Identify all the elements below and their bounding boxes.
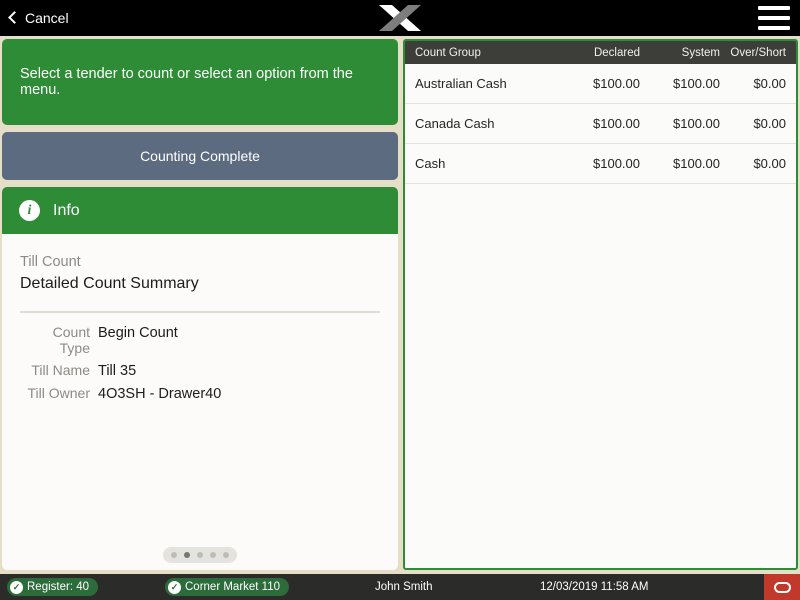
status-badge-register-label: Register: 40 (27, 581, 90, 593)
detail-label: Till Name (31, 362, 90, 378)
divider (20, 311, 380, 313)
detail-label: Till Owner (27, 385, 91, 401)
info-card-title: Info (53, 201, 80, 219)
detail-value: Begin Count (98, 325, 178, 341)
status-bar: ✓ Register: 40 ✓ Corner Market 110 John … (0, 574, 800, 600)
till-count-label: Till Count (20, 254, 81, 270)
check-circle-icon: ✓ (10, 580, 23, 594)
detail-row: Count Type Begin Count (20, 324, 380, 356)
column-header-over-short: Over/Short (730, 46, 786, 59)
cell-over-short: $0.00 (753, 156, 786, 171)
cell-over-short: $0.00 (753, 76, 786, 91)
hamburger-menu-icon[interactable] (758, 6, 790, 30)
info-circle-icon: i (19, 200, 40, 221)
detailed-count-summary-title: Detailed Count Summary (20, 275, 199, 292)
detail-row: Till Name Till 35 (20, 362, 380, 379)
cell-system: $100.00 (673, 76, 720, 91)
pagination-dot-active[interactable] (184, 552, 190, 558)
cell-declared: $100.00 (593, 156, 640, 171)
cancel-button[interactable]: Cancel (8, 10, 69, 26)
cell-over-short: $0.00 (753, 116, 786, 131)
hamburger-bar (758, 6, 790, 10)
detail-value: Till 35 (98, 363, 137, 379)
status-badge-store-label: Corner Market 110 (185, 581, 281, 593)
hamburger-bar (758, 16, 790, 20)
cell-system: $100.00 (673, 116, 720, 131)
cell-count-group: Australian Cash (415, 76, 507, 91)
column-header-system: System (681, 46, 720, 59)
info-card: i Info Till Count Detailed Count Summary… (2, 187, 398, 570)
counting-complete-button[interactable]: Counting Complete (2, 132, 398, 180)
table-header-row: Count Group Declared System Over/Short (405, 41, 796, 64)
table-row[interactable]: Cash $100.00 $100.00 $0.00 (405, 144, 796, 184)
table-row[interactable]: Australian Cash $100.00 $100.00 $0.00 (405, 64, 796, 104)
detail-value: 4O3SH - Drawer40 (98, 386, 222, 402)
cell-count-group: Cash (415, 156, 446, 171)
hamburger-bar (758, 26, 790, 30)
top-bar: Cancel (0, 0, 800, 36)
column-header-declared: Declared (593, 46, 640, 59)
counting-complete-label: Counting Complete (140, 148, 260, 164)
status-badge-store[interactable]: ✓ Corner Market 110 (165, 578, 290, 596)
pagination-dot[interactable] (197, 552, 203, 558)
detail-row: Till Owner 4O3SH - Drawer40 (20, 385, 380, 402)
instruction-banner-text: Select a tender to count or select an op… (20, 66, 353, 98)
table-row[interactable]: Canada Cash $100.00 $100.00 $0.00 (405, 104, 796, 144)
detail-label: Count Type (52, 324, 90, 356)
x-logo-icon (379, 5, 421, 31)
info-card-header: i Info (2, 187, 398, 234)
info-card-body: Till Count Detailed Count Summary Count … (2, 234, 398, 570)
power-button[interactable] (764, 574, 800, 600)
cell-declared: $100.00 (593, 76, 640, 91)
cell-system: $100.00 (673, 156, 720, 171)
instruction-banner: Select a tender to count or select an op… (2, 39, 398, 125)
pagination-dots[interactable] (163, 547, 237, 563)
status-badge-register[interactable]: ✓ Register: 40 (7, 578, 99, 596)
status-datetime: 12/03/2019 11:58 AM (540, 581, 649, 593)
chevron-left-icon (8, 11, 21, 24)
cancel-button-label: Cancel (25, 10, 69, 26)
count-summary-panel: Count Group Declared System Over/Short A… (403, 39, 798, 570)
power-icon (773, 581, 791, 593)
cell-count-group: Canada Cash (415, 116, 495, 131)
status-user-name: John Smith (375, 581, 433, 593)
check-circle-icon: ✓ (168, 580, 181, 594)
cell-declared: $100.00 (593, 116, 640, 131)
pagination-dot[interactable] (210, 552, 216, 558)
column-header-count-group: Count Group (415, 46, 481, 59)
pagination-dot[interactable] (171, 552, 177, 558)
left-panel: Select a tender to count or select an op… (2, 39, 398, 570)
pagination-dot[interactable] (223, 552, 229, 558)
